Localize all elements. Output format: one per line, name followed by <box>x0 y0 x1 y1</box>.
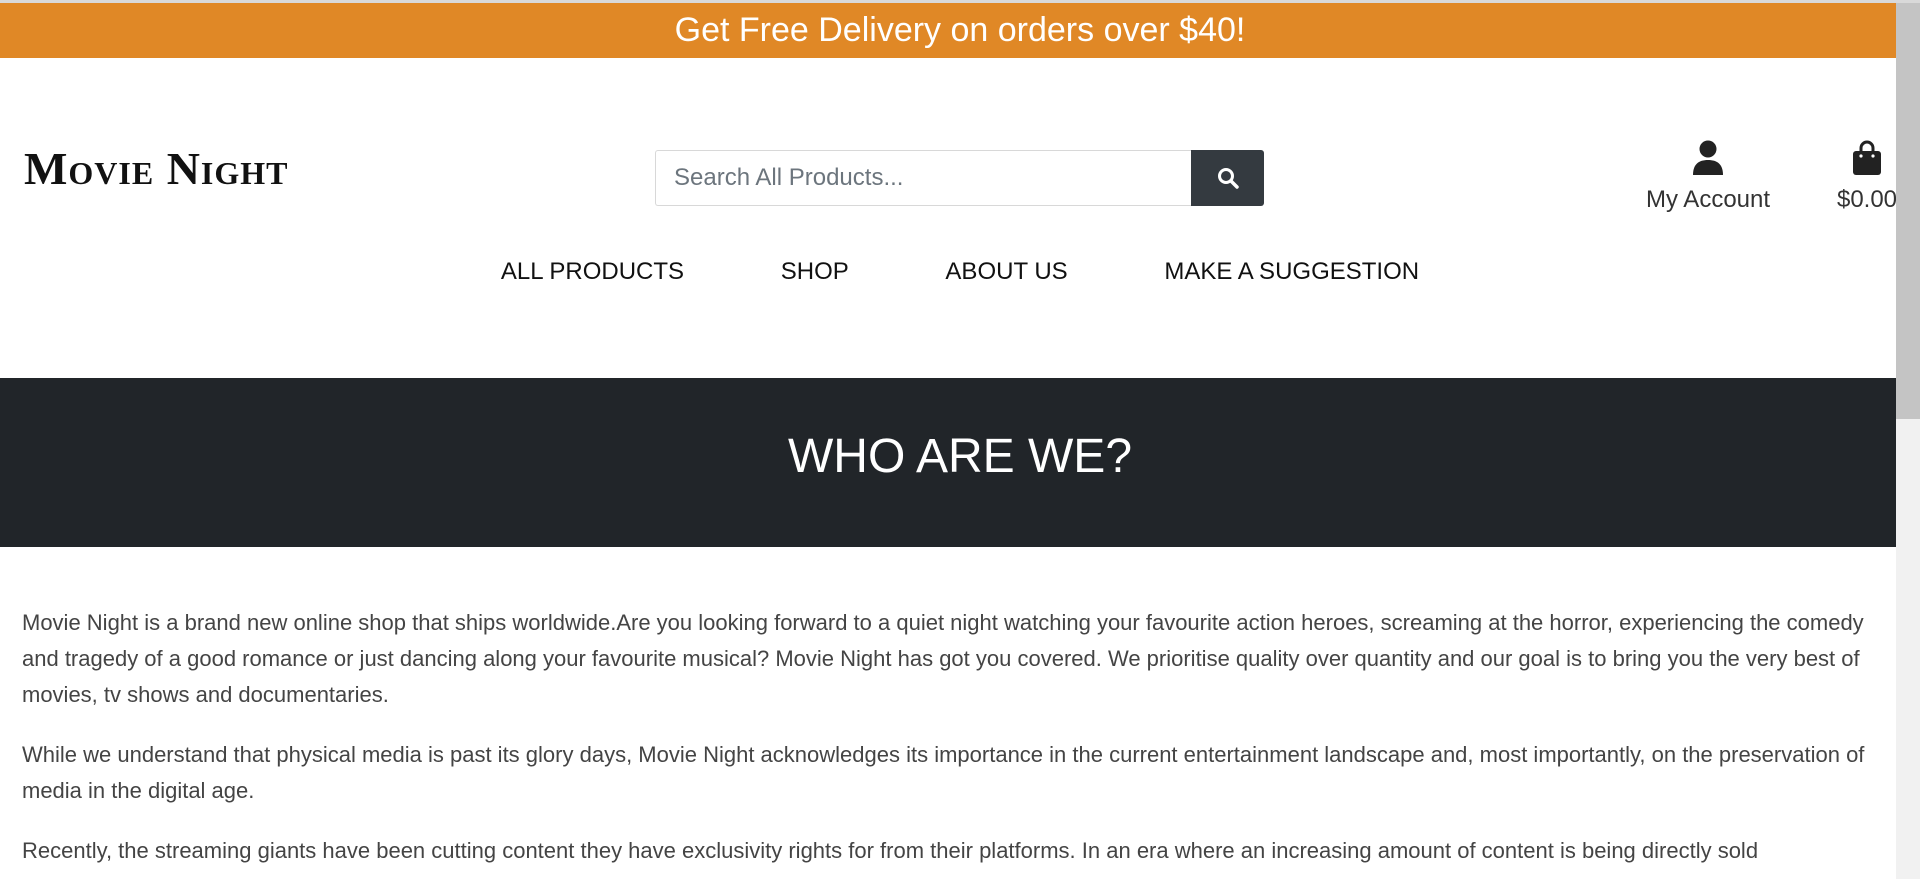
my-account-link[interactable]: My Account <box>1640 140 1776 214</box>
site-logo[interactable]: Movie Night <box>24 142 289 195</box>
search-input[interactable] <box>655 150 1191 206</box>
nav-all-products[interactable]: ALL PRODUCTS <box>501 258 684 286</box>
nav-make-a-suggestion[interactable]: MAKE A SUGGESTION <box>1164 258 1419 286</box>
user-icon <box>1693 140 1723 175</box>
my-account-label: My Account <box>1645 186 1771 213</box>
scrollbar-thumb[interactable] <box>1896 3 1920 419</box>
delivery-banner: Get Free Delivery on orders over $40! <box>0 3 1920 58</box>
cart-link[interactable]: $0.00 <box>1832 140 1902 214</box>
search-form <box>655 150 1264 206</box>
shopping-bag-icon <box>1853 140 1881 175</box>
search-icon <box>1217 168 1239 189</box>
main-nav: ALL PRODUCTS SHOP ABOUT US MAKE A SUGGES… <box>0 258 1920 286</box>
about-paragraph: While we understand that physical media … <box>22 742 1865 803</box>
search-button[interactable] <box>1191 150 1264 206</box>
about-content: Movie Night is a brand new online shop t… <box>22 605 1882 893</box>
page-title: WHO ARE WE? <box>787 430 1133 483</box>
nav-about-us[interactable]: ABOUT US <box>945 258 1067 286</box>
nav-shop[interactable]: SHOP <box>781 258 849 286</box>
about-paragraph: Movie Night is a brand new online shop t… <box>22 610 1864 707</box>
page-title-banner: WHO ARE WE? <box>0 378 1920 547</box>
about-paragraph: Recently, the streaming giants have been… <box>22 838 1759 863</box>
cart-total: $0.00 <box>1836 186 1898 213</box>
